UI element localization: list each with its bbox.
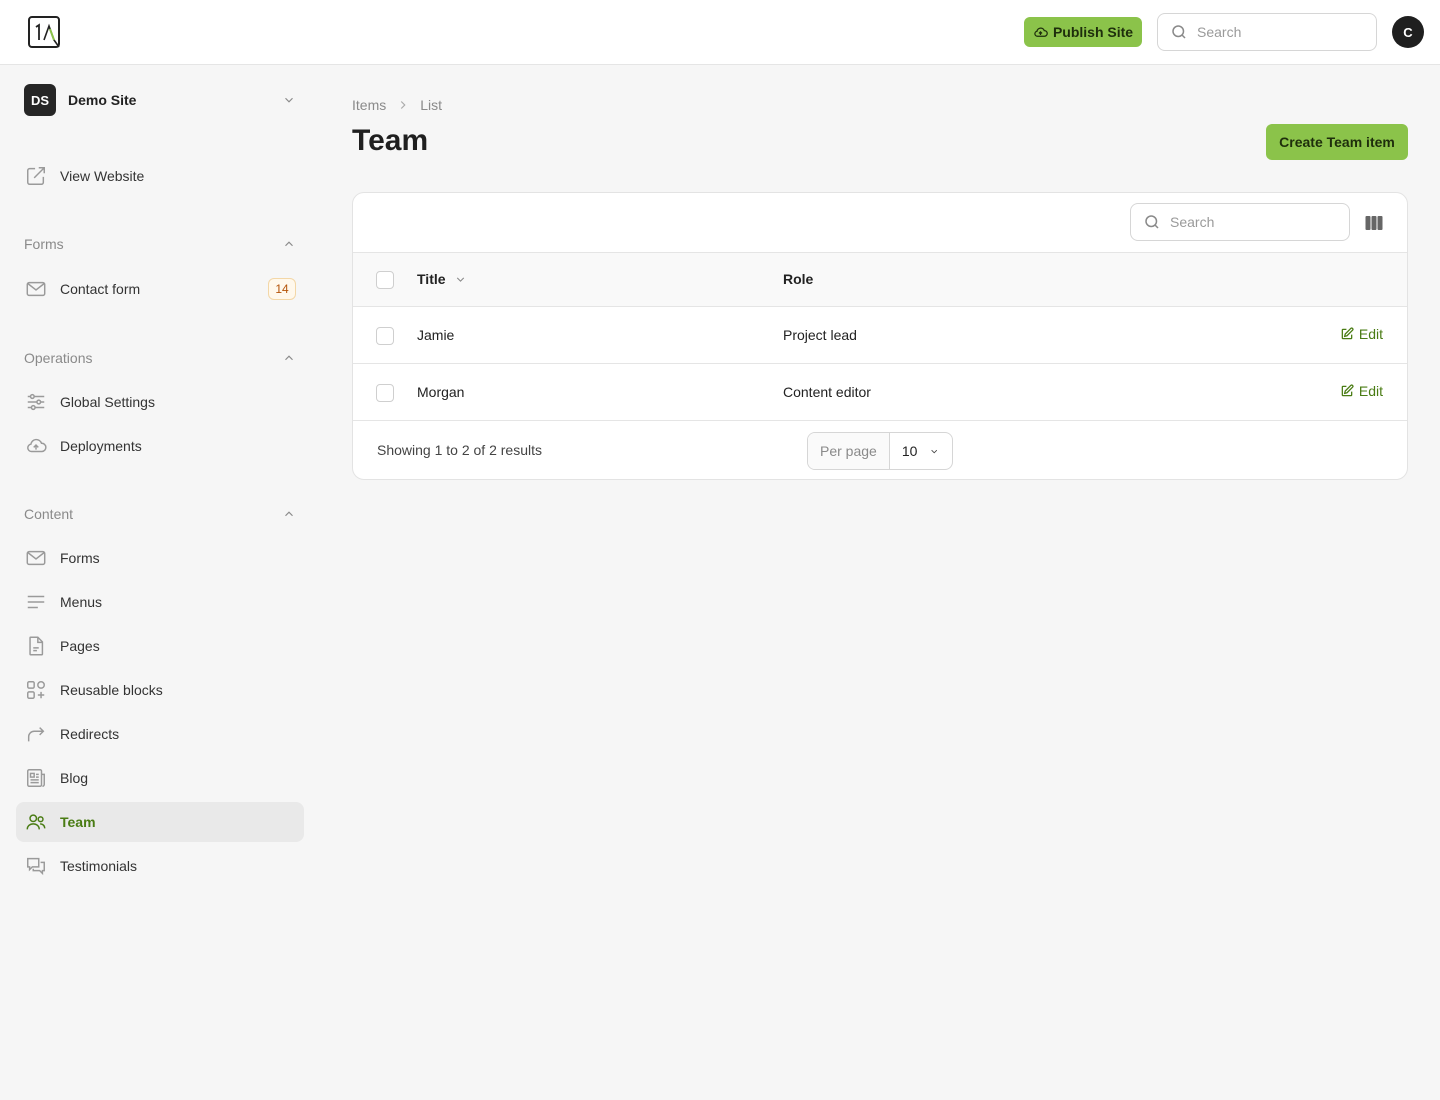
user-avatar[interactable]: C <box>1392 16 1424 48</box>
sidebar-item-pages[interactable]: Pages <box>16 626 304 666</box>
sidebar-item-global-settings[interactable]: Global Settings <box>16 382 304 422</box>
sidebar-item-label: Contact form <box>60 281 141 297</box>
sidebar-item-deployments[interactable]: Deployments <box>16 426 304 466</box>
sidebar-item-label: View Website <box>60 168 145 184</box>
sidebar-item-team[interactable]: Team <box>16 802 304 842</box>
sidebar-item-label: Blog <box>60 770 89 786</box>
app-logo[interactable] <box>28 16 60 48</box>
search-icon <box>1172 25 1186 39</box>
row-edit-link[interactable]: Edit <box>1340 383 1383 399</box>
row-title: Morgan <box>417 384 465 400</box>
document-icon <box>24 634 48 658</box>
search-icon <box>1145 215 1159 229</box>
external-edit-icon <box>24 164 48 188</box>
team-table-card: Title Role Jamie Project lead Edit Morga… <box>352 192 1408 480</box>
table-search[interactable] <box>1130 203 1350 241</box>
row-checkbox[interactable] <box>376 327 394 345</box>
create-team-item-button[interactable]: Create Team item <box>1266 124 1408 160</box>
sidebar-item-label: Testimonials <box>60 858 138 874</box>
group-content-label: Content <box>24 506 74 522</box>
sidebar-item-menus[interactable]: Menus <box>16 582 304 622</box>
redirect-icon <box>24 722 48 746</box>
chevron-up-icon <box>285 511 293 517</box>
page-title: Team <box>352 124 429 157</box>
sidebar: DS Demo Site View Website Forms Contact … <box>0 65 320 1100</box>
row-edit-label: Edit <box>1358 326 1383 342</box>
mail-icon <box>24 277 48 301</box>
sidebar-item-label: Reusable blocks <box>60 682 163 698</box>
sort-chevron-down-icon <box>456 276 464 282</box>
sidebar-item-label: Global Settings <box>60 394 155 410</box>
unread-count-badge: 14 <box>268 278 296 300</box>
users-icon <box>24 810 48 834</box>
row-role: Project lead <box>783 327 857 343</box>
cloud-upload-icon <box>1034 26 1048 37</box>
blocks-icon <box>24 678 48 702</box>
breadcrumb-current: List <box>420 97 443 113</box>
newspaper-icon <box>24 766 48 790</box>
sidebar-item-redirects[interactable]: Redirects <box>16 714 304 754</box>
sidebar-item-label: Team <box>60 814 96 830</box>
table-search-input[interactable] <box>1170 214 1320 230</box>
cloud-upload-icon <box>24 434 48 458</box>
per-page-value[interactable]: 10 <box>890 433 952 469</box>
sidebar-item-contact-form[interactable]: Contact form 14 <box>16 269 304 309</box>
group-operations-label: Operations <box>24 350 93 366</box>
per-page-select[interactable]: Per page 10 <box>807 432 953 470</box>
chat-bubbles-icon <box>24 854 48 878</box>
table-row: Jamie Project lead Edit <box>353 307 1407 364</box>
sidebar-item-label: Pages <box>60 638 100 654</box>
global-search[interactable] <box>1157 13 1377 51</box>
column-header-role: Role <box>783 271 814 287</box>
group-content-toggle[interactable]: Content <box>24 504 296 524</box>
sidebar-item-blog[interactable]: Blog <box>16 758 304 798</box>
site-name: Demo Site <box>68 92 137 108</box>
chevron-down-icon <box>931 449 938 453</box>
mail-icon <box>24 546 48 570</box>
breadcrumb-items-link[interactable]: Items <box>352 97 386 113</box>
publish-site-label: Publish Site <box>1052 24 1134 40</box>
sidebar-item-label: Deployments <box>60 438 142 454</box>
group-operations-toggle[interactable]: Operations <box>24 348 296 368</box>
row-title: Jamie <box>417 327 455 343</box>
table-header: Title Role <box>353 253 1407 307</box>
sidebar-item-testimonials[interactable]: Testimonials <box>16 846 304 886</box>
results-summary: Showing 1 to 2 of 2 results <box>377 442 542 458</box>
table-toolbar <box>353 193 1407 253</box>
publish-site-button[interactable]: Publish Site <box>1024 17 1142 47</box>
row-edit-label: Edit <box>1358 383 1383 399</box>
sidebar-item-forms[interactable]: Forms <box>16 538 304 578</box>
chevron-up-icon <box>285 355 293 361</box>
group-forms-toggle[interactable]: Forms <box>24 234 296 254</box>
per-page-label: Per page <box>808 433 890 469</box>
top-bar: Publish Site C <box>0 0 1440 65</box>
sliders-icon <box>24 390 48 414</box>
chevron-up-icon <box>285 241 293 247</box>
columns-toggle-icon[interactable] <box>1364 213 1384 233</box>
breadcrumb: Items List <box>352 97 442 113</box>
group-forms-label: Forms <box>24 236 64 252</box>
edit-icon <box>1341 384 1354 397</box>
chevron-down-icon <box>285 97 293 103</box>
per-page-selected: 10 <box>901 443 918 459</box>
menu-icon <box>24 590 48 614</box>
sidebar-item-reusable-blocks[interactable]: Reusable blocks <box>16 670 304 710</box>
edit-icon <box>1341 327 1354 340</box>
chevron-right-icon <box>401 101 406 109</box>
table-row: Morgan Content editor Edit <box>353 364 1407 421</box>
column-title-label: Title <box>417 271 446 287</box>
sidebar-item-label: Forms <box>60 550 100 566</box>
sidebar-item-label: Redirects <box>60 726 120 742</box>
row-checkbox[interactable] <box>376 384 394 402</box>
sidebar-item-label: Menus <box>60 594 103 610</box>
global-search-input[interactable] <box>1197 24 1347 40</box>
select-all-checkbox[interactable] <box>376 271 394 289</box>
row-role: Content editor <box>783 384 871 400</box>
site-badge: DS <box>24 84 56 116</box>
column-header-title[interactable]: Title <box>417 271 467 287</box>
sidebar-item-view-website[interactable]: View Website <box>16 156 304 196</box>
row-edit-link[interactable]: Edit <box>1340 326 1383 342</box>
site-switcher[interactable]: DS Demo Site <box>24 84 296 116</box>
